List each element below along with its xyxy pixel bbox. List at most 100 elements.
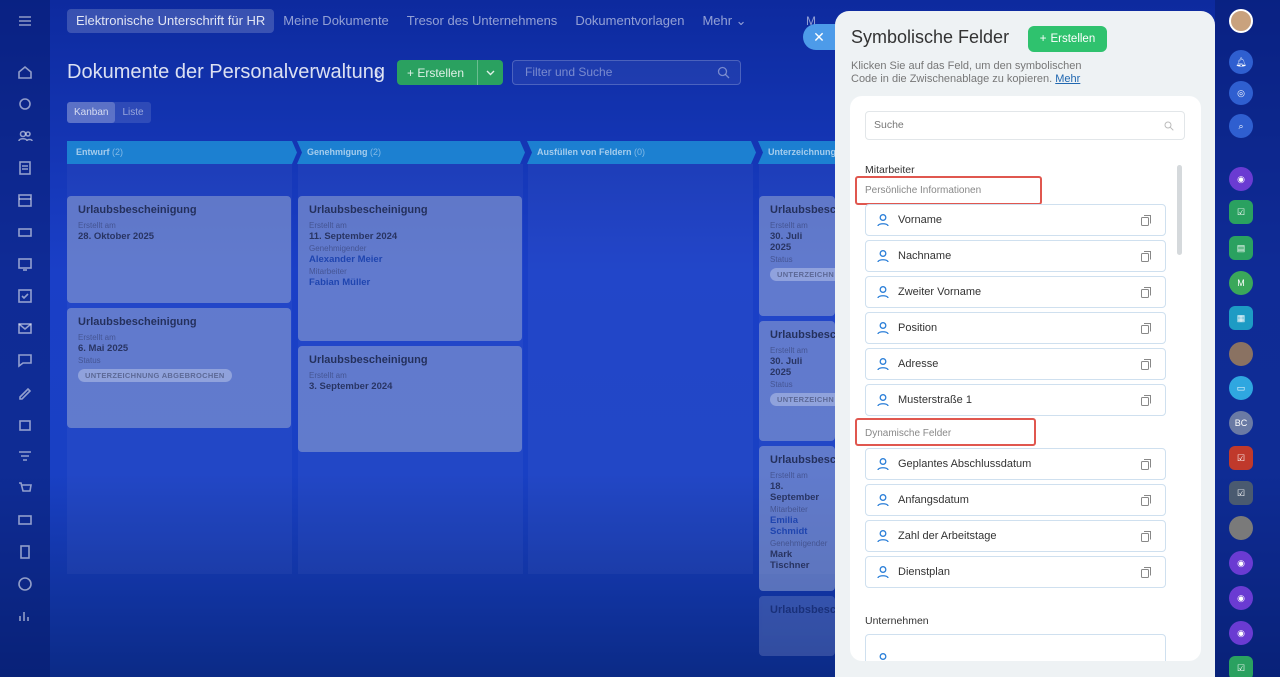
field-item[interactable]: Musterstraße 1: [865, 384, 1166, 416]
create-document-button[interactable]: + Erstellen: [397, 60, 503, 85]
column-draft-header: Entwurf (2): [67, 141, 292, 164]
people-icon[interactable]: [15, 126, 35, 146]
field-item[interactable]: Position: [865, 312, 1166, 344]
document-card[interactable]: Urlaubsbesch Erstellt am 30. Juli 2025 S…: [759, 321, 835, 441]
chat-icon[interactable]: ▭: [1229, 376, 1253, 400]
field-item[interactable]: [865, 634, 1166, 661]
copy-icon[interactable]: [1141, 395, 1152, 406]
field-item[interactable]: Dienstplan: [865, 556, 1166, 588]
task-icon[interactable]: ☑: [1229, 656, 1253, 677]
sign-icon[interactable]: [15, 382, 35, 402]
card-title: Urlaubsbescheinigung: [78, 204, 197, 216]
filter-icon[interactable]: [15, 446, 35, 466]
chart-icon[interactable]: [15, 606, 35, 626]
copy-icon[interactable]: [1141, 251, 1152, 262]
filter-search-input[interactable]: Filter und Suche: [512, 60, 741, 85]
card-title: Urlaubsbescheinigung: [309, 204, 428, 216]
task-icon[interactable]: ☑: [1229, 446, 1253, 470]
card-employee-link[interactable]: Emilia Schmidt: [770, 515, 824, 537]
bell-icon[interactable]: 🔔︎: [1229, 50, 1253, 74]
document-card[interactable]: Urlaubsbesch Erstellt am 18. September M…: [759, 446, 835, 591]
view-kanban[interactable]: Kanban: [67, 102, 116, 123]
document-card[interactable]: Urlaubsbesche: [759, 596, 835, 656]
chevron-down-icon[interactable]: [477, 60, 503, 85]
letter-m-avatar[interactable]: M: [1229, 271, 1253, 295]
menu-icon[interactable]: [15, 11, 35, 31]
chat-icon[interactable]: [15, 350, 35, 370]
mail-icon[interactable]: [15, 318, 35, 338]
avatar-icon[interactable]: [1229, 9, 1253, 33]
document-icon[interactable]: [15, 158, 35, 178]
contact-icon[interactable]: ▤: [1229, 236, 1253, 260]
copy-icon[interactable]: [1141, 567, 1152, 578]
chat-search-icon[interactable]: ⌕: [1229, 114, 1253, 138]
field-item[interactable]: Geplantes Abschlussdatum: [865, 448, 1166, 480]
field-search-input[interactable]: Suche: [865, 111, 1185, 140]
card-title: Urlaubsbesch: [770, 204, 835, 216]
card-employee-link[interactable]: Fabian Müller: [309, 277, 511, 288]
field-label: Zweiter Vorname: [898, 286, 982, 298]
tab-document-templates[interactable]: Dokumentvorlagen: [566, 9, 693, 33]
flow-icon[interactable]: [15, 94, 35, 114]
field-item[interactable]: Nachname: [865, 240, 1166, 272]
tab-company-vault[interactable]: Tresor des Unternehmens: [398, 9, 567, 33]
pin-icon[interactable]: [372, 68, 384, 80]
page-icon[interactable]: [15, 542, 35, 562]
drive-icon[interactable]: [15, 222, 35, 242]
copy-icon[interactable]: [1141, 459, 1152, 470]
home-icon[interactable]: [15, 62, 35, 82]
card-label: Erstellt am: [770, 221, 808, 230]
card-label: Status: [770, 380, 793, 389]
document-card[interactable]: Urlaubsbescheinigung Erstellt am 11. Sep…: [298, 196, 522, 341]
tab-more[interactable]: Mehr ⌄: [693, 9, 755, 33]
user-icon: [877, 566, 889, 579]
field-item[interactable]: Adresse: [865, 348, 1166, 380]
copilot-icon[interactable]: ◉: [1229, 586, 1253, 610]
tab-e-signature-hr[interactable]: Elektronische Unterschrift für HR: [67, 9, 275, 33]
close-panel-button[interactable]: ✕: [803, 24, 835, 50]
view-list[interactable]: Liste: [115, 102, 150, 123]
symbolic-fields-panel: Symbolische Felder + Erstellen Klicken S…: [835, 11, 1215, 677]
copy-icon[interactable]: [1141, 215, 1152, 226]
field-item[interactable]: Zweiter Vorname: [865, 276, 1166, 308]
task-icon[interactable]: ☑: [1229, 200, 1253, 224]
document-card[interactable]: Urlaubsbesch Erstellt am 30. Juli 2025 S…: [759, 196, 835, 316]
board-icon[interactable]: [15, 254, 35, 274]
field-item[interactable]: Zahl der Arbeitstage: [865, 520, 1166, 552]
copy-icon[interactable]: [1141, 323, 1152, 334]
document-card[interactable]: Urlaubsbescheinigung Erstellt am 28. Okt…: [67, 196, 291, 303]
copilot-icon[interactable]: ◉: [1229, 551, 1253, 575]
tab-my-documents[interactable]: Meine Dokumente: [274, 9, 398, 33]
card-approver-link[interactable]: Alexander Meier: [309, 254, 511, 265]
copy-icon[interactable]: [1141, 531, 1152, 542]
column-approval-header: Genehmigung (2): [298, 141, 523, 164]
copilot-icon[interactable]: ◉: [1229, 621, 1253, 645]
field-label: Musterstraße 1: [898, 394, 972, 406]
tasks-icon[interactable]: [15, 286, 35, 306]
column-fill-fields-count: (0): [634, 147, 646, 157]
create-field-button[interactable]: + Erstellen: [1028, 26, 1107, 52]
copy-icon[interactable]: [1141, 495, 1152, 506]
copy-icon[interactable]: [1141, 359, 1152, 370]
avatar-icon[interactable]: [1229, 342, 1253, 366]
letter-bc-avatar[interactable]: BC: [1229, 411, 1253, 435]
column-fill-fields-name: Ausfüllen von Feldern: [537, 147, 632, 157]
copilot-icon[interactable]: ◉: [1229, 167, 1253, 191]
calendar-icon[interactable]: ▦: [1229, 306, 1253, 330]
field-item[interactable]: Anfangsdatum: [865, 484, 1166, 516]
document-card[interactable]: Urlaubsbescheinigung Erstellt am 3. Sept…: [298, 346, 522, 452]
cart-icon[interactable]: [15, 478, 35, 498]
avatar-icon[interactable]: [1229, 516, 1253, 540]
card-icon[interactable]: [15, 510, 35, 530]
calendar-icon[interactable]: [15, 190, 35, 210]
more-link[interactable]: Mehr: [1055, 73, 1080, 85]
field-item[interactable]: Vorname: [865, 204, 1166, 236]
document-card[interactable]: Urlaubsbescheinigung Erstellt am 6. Mai …: [67, 308, 291, 428]
scrollbar[interactable]: [1177, 165, 1182, 255]
card-value: 30. Juli 2025: [770, 231, 803, 253]
task-icon[interactable]: ☑: [1229, 481, 1253, 505]
globe-icon[interactable]: [15, 574, 35, 594]
copy-icon[interactable]: [1141, 287, 1152, 298]
store-icon[interactable]: [15, 414, 35, 434]
target-icon[interactable]: ◎: [1229, 81, 1253, 105]
